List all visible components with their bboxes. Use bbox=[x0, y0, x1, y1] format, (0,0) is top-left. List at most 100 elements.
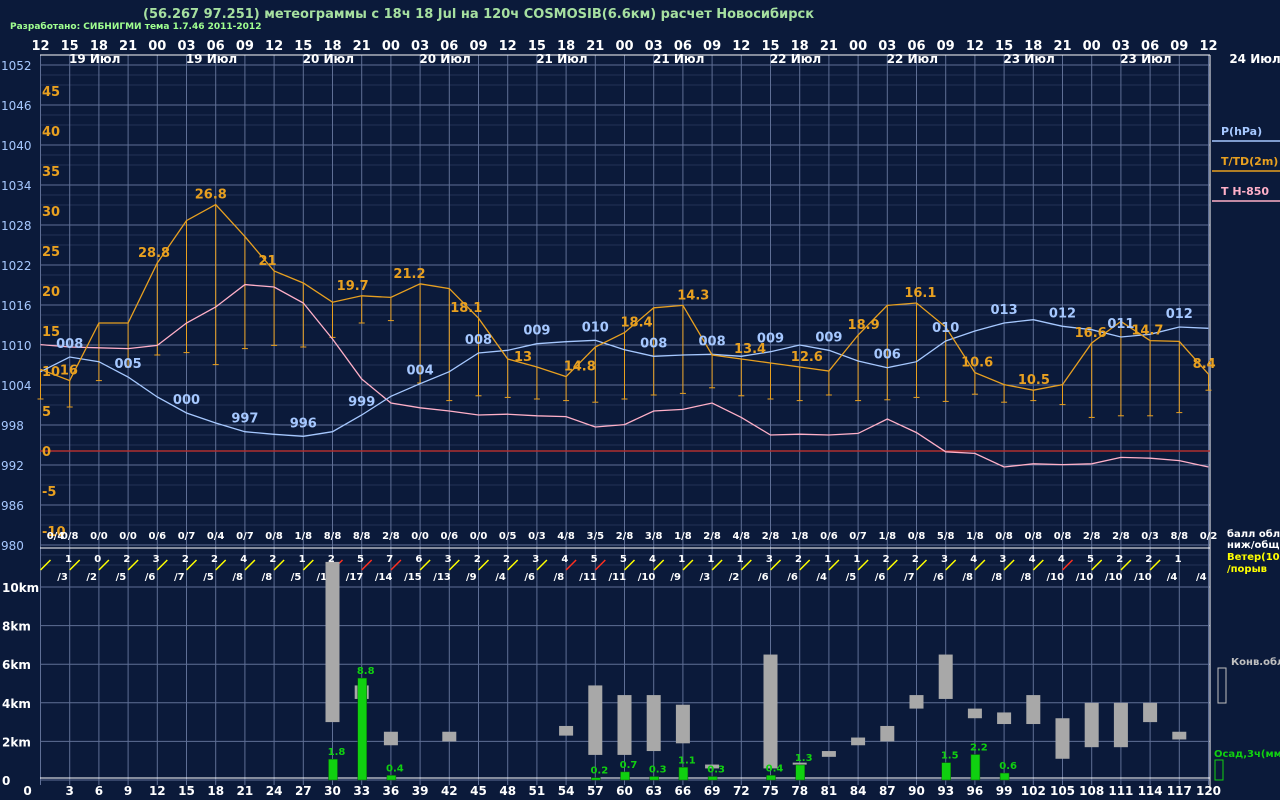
wind-gust-label: /15 bbox=[404, 572, 422, 583]
time-label: 21 bbox=[1053, 39, 1071, 54]
bottom-hour-label: 102 bbox=[1021, 784, 1046, 798]
cloud-cover-title: балл обл. bbox=[1227, 528, 1280, 540]
wind-gust-label: /6 bbox=[875, 572, 886, 583]
precip-legend: Осад,3ч(мм) bbox=[1214, 749, 1280, 760]
bottom-hour-label: 24 bbox=[266, 784, 283, 798]
date-label: 24 Июл bbox=[1229, 52, 1280, 66]
time-label: 21 bbox=[586, 39, 604, 54]
precipitation-bar bbox=[386, 775, 397, 781]
pressure-tick: 1028 bbox=[1, 219, 32, 233]
cloud-cover-label: 0/8 bbox=[61, 531, 79, 542]
precipitation-bar bbox=[328, 758, 338, 781]
convective-cloud-bar bbox=[1026, 695, 1041, 725]
convective-cloud-bar bbox=[763, 654, 778, 769]
temperature-label: 13.4 bbox=[734, 342, 766, 357]
time-label: 09 bbox=[236, 39, 254, 54]
precip-legend-mark bbox=[1214, 759, 1224, 781]
temperature-label: 10.5 bbox=[1018, 373, 1050, 388]
temperature-label: 21.2 bbox=[393, 267, 425, 282]
wind-speed-label: 2 bbox=[1145, 554, 1152, 565]
precipitation-bar bbox=[357, 677, 367, 781]
temperature-label: 16.1 bbox=[904, 286, 936, 301]
wind-gust-label: /14 bbox=[375, 572, 393, 583]
meteogram-chart: 12 15 18 21 00 03 06 09 12 15 18 21 00 03 06 09 12 15 18 21… bbox=[1, 39, 1280, 798]
wind-speed-label: 3 bbox=[999, 554, 1006, 565]
convective-cloud-bar bbox=[383, 731, 398, 746]
wind-speed-label: 1 bbox=[737, 554, 744, 565]
wind-speed-label: 1 bbox=[824, 554, 831, 565]
date-label: 19 Июл bbox=[186, 52, 237, 66]
cloud-cover-label: 0/3 bbox=[528, 531, 546, 542]
time-label: 12 bbox=[732, 39, 750, 54]
cloud-cover-label: 1/8 bbox=[966, 531, 984, 542]
wind-gust-label: /10 bbox=[638, 572, 656, 583]
wind-gust-label: /8 bbox=[992, 572, 1003, 583]
bottom-hour-label: 39 bbox=[412, 784, 429, 798]
time-label: 00 bbox=[849, 39, 867, 54]
temperature-label: 18.9 bbox=[848, 318, 880, 333]
pressure-label: 012 bbox=[1166, 307, 1193, 322]
bottom-hour-label: 117 bbox=[1167, 784, 1192, 798]
cloud-cover-label: 1/8 bbox=[295, 531, 313, 542]
wind-gust-label: /8 bbox=[1021, 572, 1032, 583]
wind-gust-label: /5 bbox=[203, 572, 214, 583]
date-label: 22 Июл bbox=[887, 52, 938, 66]
pressure-label: 009 bbox=[815, 330, 842, 345]
time-label: 12 bbox=[499, 39, 517, 54]
bottom-hour-label: 12 bbox=[149, 784, 166, 798]
wind-speed-label: 4 bbox=[561, 554, 568, 565]
precipitation-label: 0.2 bbox=[590, 766, 608, 777]
convective-cloud-bar bbox=[851, 737, 866, 746]
bottom-hour-label: 60 bbox=[616, 784, 633, 798]
bottom-hour-label: 75 bbox=[762, 784, 779, 798]
date-label: 22 Июл bbox=[770, 52, 821, 66]
bottom-hour-label: 111 bbox=[1108, 784, 1133, 798]
wind-speed-label: 4 bbox=[1058, 554, 1065, 565]
cloud-cover-label: 1/8 bbox=[674, 531, 692, 542]
pressure-tick: 1016 bbox=[1, 299, 32, 313]
wind-gust-label: /11 bbox=[609, 572, 627, 583]
pressure-label: 010 bbox=[582, 320, 609, 335]
precipitation-label: 0.4 bbox=[766, 763, 784, 774]
pressure-tick: 1040 bbox=[1, 139, 32, 153]
bottom-hour-label: 51 bbox=[529, 784, 546, 798]
wind-speed-label: 4 bbox=[240, 554, 247, 565]
legend-entry: P(hPa) bbox=[1221, 125, 1262, 138]
wind-gust-label: /9 bbox=[670, 572, 681, 583]
temperature-label: 14.8 bbox=[564, 360, 596, 375]
wind-speed-label: 3 bbox=[153, 554, 160, 565]
cloud-cover-label: 0/8 bbox=[908, 531, 926, 542]
bottom-hour-label: 120 bbox=[1196, 784, 1221, 798]
date-label: 21 Июл bbox=[536, 52, 587, 66]
pressure-label: 013 bbox=[991, 303, 1018, 318]
pressure-label: 999 bbox=[348, 395, 375, 410]
bottom-hour-label: 54 bbox=[558, 784, 575, 798]
cloud-cover-label: 2/8 bbox=[762, 531, 780, 542]
wind-speed-label: 2 bbox=[211, 554, 218, 565]
wind-gust-label: /4 bbox=[1167, 572, 1178, 583]
bottom-hour-label: 33 bbox=[353, 784, 370, 798]
pressure-tick: 1046 bbox=[1, 99, 32, 113]
precipitation-label: 0.7 bbox=[620, 760, 638, 771]
cloud-cover-label: 0/2 bbox=[1200, 531, 1218, 542]
bottom-hour-label: 18 bbox=[207, 784, 224, 798]
wind-gust-label: /4 bbox=[495, 572, 506, 583]
convective-cloud-bar bbox=[909, 695, 924, 709]
temperature-tick: -5 bbox=[42, 485, 56, 500]
time-label: 09 bbox=[703, 39, 721, 54]
wind-speed-label: 3 bbox=[445, 554, 452, 565]
cloud-cover-label: 0/3 bbox=[1141, 531, 1159, 542]
bottom-hour-label: 45 bbox=[470, 784, 487, 798]
pressure-tick: 980 bbox=[1, 539, 24, 553]
bottom-hour-label: 48 bbox=[499, 784, 516, 798]
precipitation-label: 1.1 bbox=[678, 755, 696, 766]
convective-cloud-bar bbox=[1055, 718, 1070, 759]
wind-title: Ветер(10м bbox=[1227, 552, 1280, 563]
wind-gust-label: /3 bbox=[57, 572, 68, 583]
wind-gust-label: /4 bbox=[1196, 572, 1207, 583]
cloud-cover-label: 0/0 bbox=[470, 531, 488, 542]
wind-speed-label: 1 bbox=[1175, 554, 1182, 565]
bottom-hour-label: 69 bbox=[704, 784, 721, 798]
precipitation-label: 1.8 bbox=[328, 747, 346, 758]
bottom-hour-label: 15 bbox=[178, 784, 195, 798]
